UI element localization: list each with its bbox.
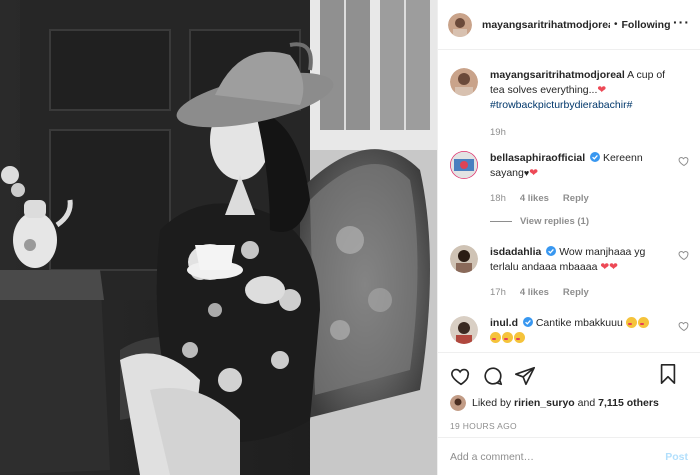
kiss-emoji-icon bbox=[637, 317, 649, 328]
comment-icon[interactable] bbox=[482, 365, 504, 387]
share-icon[interactable] bbox=[514, 365, 536, 387]
kiss-emoji-icon bbox=[514, 332, 525, 343]
comment-text: Cantike mbakkuuu bbox=[535, 317, 623, 329]
comment-likes[interactable]: 4 likes bbox=[520, 191, 549, 206]
comment-input[interactable] bbox=[450, 450, 666, 463]
more-icon[interactable]: ··· bbox=[673, 15, 690, 29]
post-side-panel: mayangsaritrihatmodjoreal • Following ··… bbox=[437, 0, 700, 475]
comment-heart-icon[interactable] bbox=[678, 320, 690, 332]
following-button[interactable]: Following bbox=[622, 19, 671, 31]
verified-icon bbox=[590, 152, 601, 162]
comment-item: bellasaphiraofficial Kereenn sayang♥❤ 18… bbox=[450, 151, 690, 229]
caption-hashtag[interactable]: #trowbackpicturbydierabachir# bbox=[490, 99, 632, 111]
likes-and-label: and bbox=[577, 397, 596, 409]
add-comment-bar: Post bbox=[438, 437, 700, 475]
post-timestamp[interactable]: 19 HOURS AGO bbox=[450, 421, 688, 431]
view-replies-label: View replies (1) bbox=[520, 216, 589, 227]
caption: mayangsaritrihatmodjoreal A cup of tea s… bbox=[450, 68, 690, 140]
comment-heart-icon[interactable] bbox=[678, 155, 690, 167]
post-header: mayangsaritrihatmodjoreal • Following ··… bbox=[438, 0, 700, 50]
comment-item: isdadahlia Wow manjhaaa yg terlalu andaa… bbox=[450, 245, 690, 300]
replies-divider bbox=[490, 221, 512, 222]
comment-heart-icon[interactable] bbox=[678, 249, 690, 261]
bookmark-icon[interactable] bbox=[658, 363, 678, 385]
comment-time[interactable]: 18h bbox=[490, 191, 506, 206]
comment-time[interactable]: 17h bbox=[490, 285, 506, 300]
header-username[interactable]: mayangsaritrihatmodjoreal bbox=[482, 19, 610, 31]
avatar[interactable] bbox=[450, 68, 478, 96]
avatar[interactable] bbox=[448, 12, 472, 37]
kiss-emoji-icon bbox=[490, 332, 501, 343]
post-actions: Liked by ririen_suryo and 7,115 others 1… bbox=[438, 352, 700, 431]
kiss-emoji-icon bbox=[625, 317, 637, 328]
photo-illustration bbox=[0, 0, 437, 475]
avatar[interactable] bbox=[450, 316, 478, 344]
avatar[interactable] bbox=[450, 395, 466, 411]
avatar[interactable] bbox=[450, 245, 478, 273]
red-heart-emoji-icon: ❤ bbox=[597, 84, 607, 96]
kiss-emoji-icon bbox=[502, 332, 513, 343]
reply-button[interactable]: Reply bbox=[563, 285, 589, 300]
post-button[interactable]: Post bbox=[665, 451, 688, 463]
likes-summary: Liked by ririen_suryo and 7,115 others bbox=[450, 395, 688, 411]
comments-list: mayangsaritrihatmodjoreal A cup of tea s… bbox=[450, 68, 690, 346]
caption-time[interactable]: 19h bbox=[490, 125, 506, 140]
reply-button[interactable]: Reply bbox=[563, 191, 589, 206]
red-heart-emoji-icon: ❤❤ bbox=[600, 261, 618, 273]
heart-icon[interactable] bbox=[450, 365, 472, 387]
liked-by-label: Liked by bbox=[472, 397, 512, 409]
verified-icon bbox=[522, 317, 533, 327]
red-heart-emoji-icon: ❤ bbox=[529, 167, 539, 179]
liked-by-user[interactable]: ririen_suryo bbox=[514, 397, 575, 409]
verified-icon bbox=[546, 246, 557, 256]
instagram-post: mayangsaritrihatmodjoreal • Following ··… bbox=[0, 0, 700, 475]
avatar[interactable] bbox=[450, 151, 478, 179]
comment-username[interactable]: inul.d bbox=[490, 317, 518, 329]
separator-dot: • bbox=[614, 19, 618, 30]
comment-username[interactable]: isdadahlia bbox=[490, 246, 541, 258]
view-replies-button[interactable]: View replies (1) bbox=[490, 214, 670, 229]
likes-count[interactable]: 7,115 others bbox=[598, 397, 659, 409]
caption-username[interactable]: mayangsaritrihatmodjoreal bbox=[490, 69, 625, 81]
comment-likes[interactable]: 4 likes bbox=[520, 285, 549, 300]
post-photo[interactable] bbox=[0, 0, 437, 475]
comment-username[interactable]: bellasaphiraofficial bbox=[490, 152, 585, 164]
comment-item: inul.d Cantike mbakkuuu bbox=[450, 316, 690, 346]
